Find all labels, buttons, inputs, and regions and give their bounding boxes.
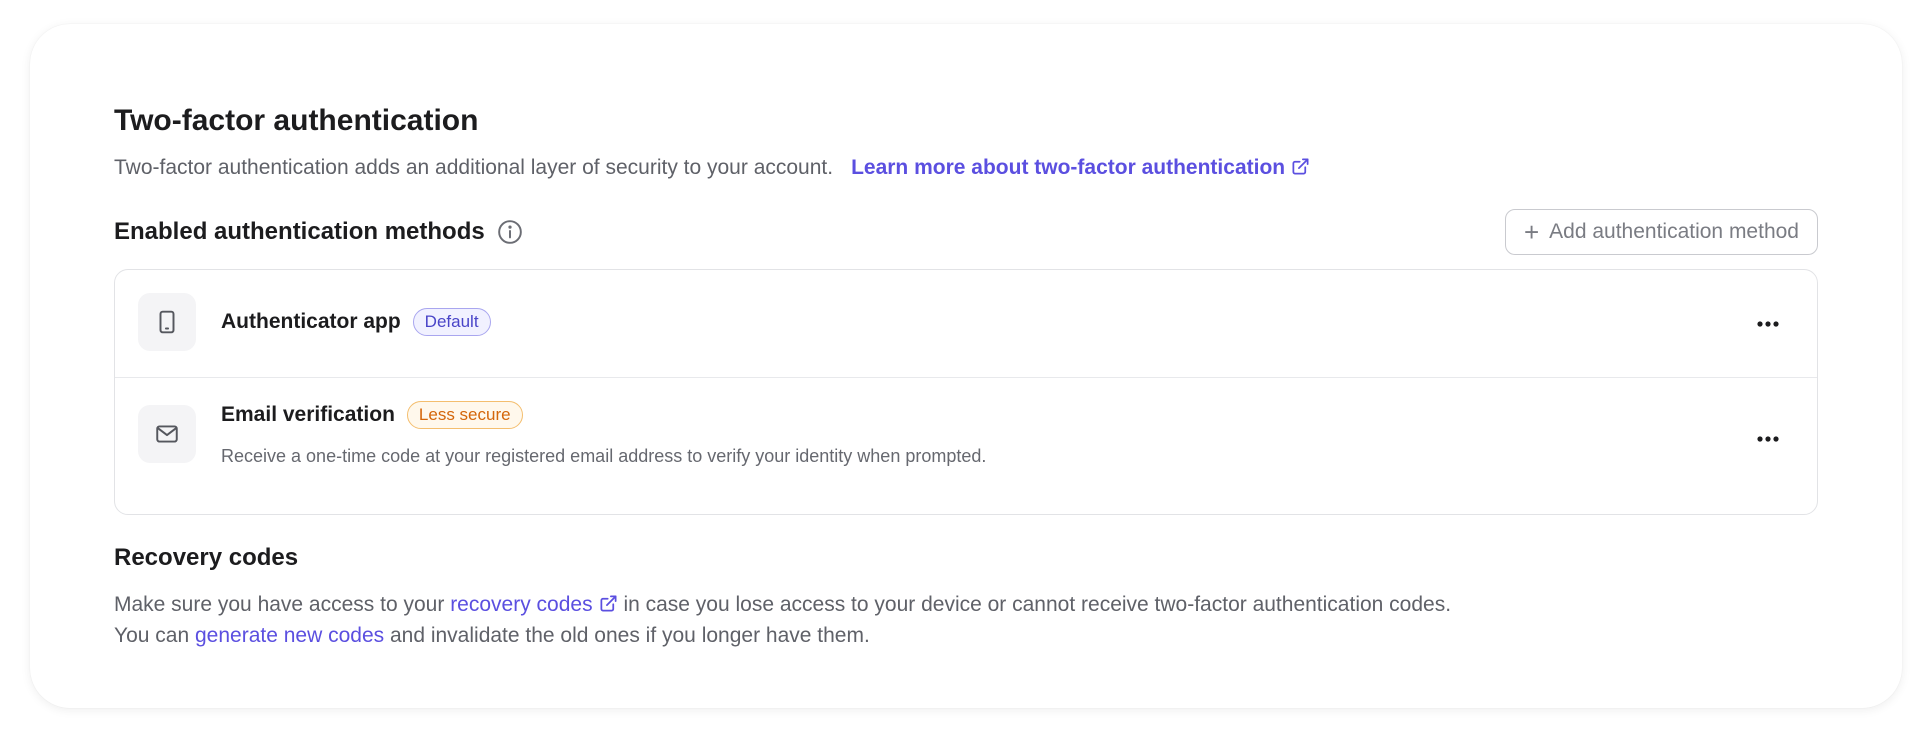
external-link-icon [599,594,618,613]
methods-section-label: Enabled authentication methods [114,218,485,245]
methods-list: Authenticator app Default Email verifica… [114,269,1818,515]
recovery-line-1-suffix: in case you lose access to your device o… [623,593,1452,616]
add-authentication-method-button[interactable]: + Add authentication method [1504,209,1818,255]
more-options-button[interactable] [1753,424,1783,454]
recovery-codes-link-label: recovery codes [450,593,593,616]
default-badge: Default [412,308,491,336]
more-options-button[interactable] [1753,309,1783,339]
recovery-codes-link[interactable]: recovery codes [450,593,617,616]
learn-more-label: Learn more about two-factor authenticati… [851,156,1286,179]
generate-new-codes-link[interactable]: generate new codes [195,624,384,647]
plus-icon: + [1523,217,1540,247]
method-name: Authenticator app Default [221,308,491,336]
mail-icon [138,405,196,463]
methods-section-title: Enabled authentication methods [114,218,523,246]
add-button-label: Add authentication method [1549,220,1799,243]
two-factor-card: Two-factor authentication Two-factor aut… [30,24,1902,708]
more-horizontal-icon [1757,321,1779,327]
method-name-label: Email verification [221,403,395,426]
info-icon[interactable] [497,219,523,245]
learn-more-link[interactable]: Learn more about two-factor authenticati… [851,156,1310,179]
description-text: Two-factor authentication adds an additi… [114,156,834,179]
recovery-line-2-suffix: and invalidate the old ones if you longe… [389,624,870,647]
method-row-email-verification: Email verification Less secure Receive a… [115,378,1817,514]
method-description: Receive a one-time code at your register… [221,446,987,466]
method-row-authenticator-app: Authenticator app Default [115,270,1817,378]
recovery-line-2-prefix: You can [114,624,190,647]
recovery-line-1: Make sure you have access to your recove… [114,589,1451,620]
page-description: Two-factor authentication adds an additi… [114,156,1310,180]
recovery-codes-description: Make sure you have access to your recove… [114,589,1451,651]
recovery-line-1-prefix: Make sure you have access to your [114,593,445,616]
page-title: Two-factor authentication [114,104,479,137]
recovery-line-2: You can generate new codes and invalidat… [114,620,1451,651]
method-name-label: Authenticator app [221,310,401,333]
less-secure-badge: Less secure [406,401,523,429]
more-horizontal-icon [1757,436,1779,442]
smartphone-icon [138,293,196,351]
recovery-codes-title: Recovery codes [114,544,299,571]
method-name: Email verification Less secure [221,401,523,429]
external-link-icon [1291,157,1310,176]
